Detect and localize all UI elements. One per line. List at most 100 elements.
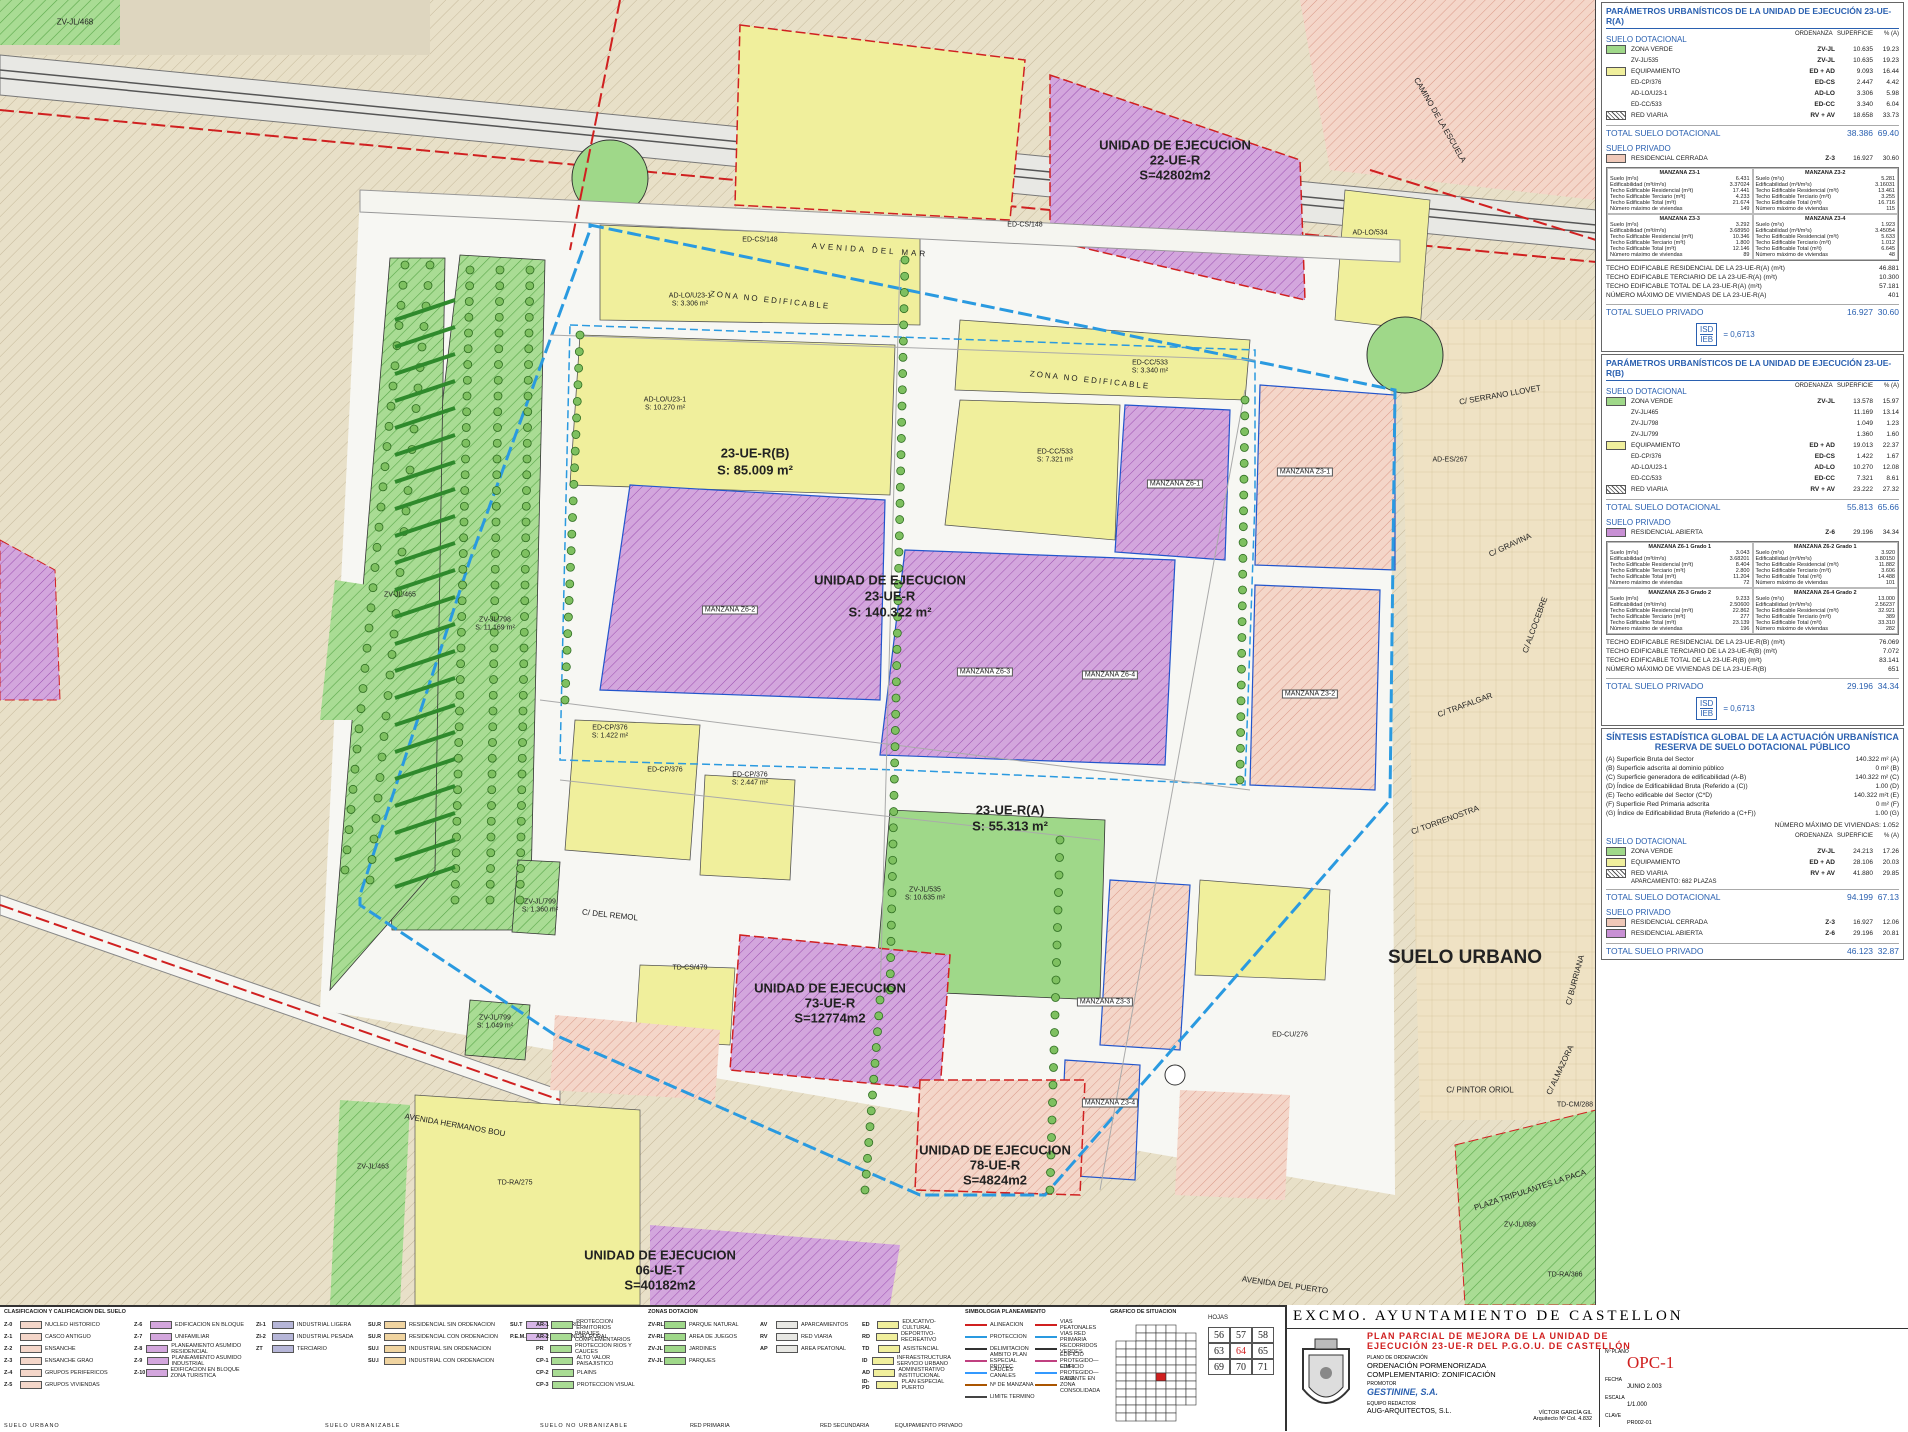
- row-superficie: 24.213: [1853, 848, 1873, 855]
- tree-symbol: [465, 281, 475, 291]
- situation-cell: [1125, 1388, 1137, 1398]
- tree-symbol: [494, 328, 504, 338]
- tree-symbol: [452, 816, 462, 826]
- legend-item: Z-8 PLANEAMIENTO ASUMIDO RESIDENCIAL: [134, 1343, 254, 1355]
- tree-symbol: [886, 953, 896, 962]
- tree-symbol: [895, 515, 905, 524]
- tree-symbol: [896, 434, 906, 443]
- b-total-priv-p: 34.34: [1877, 681, 1899, 691]
- legend-swatch: [272, 1345, 294, 1353]
- tree-symbol: [494, 344, 504, 354]
- summary-label: (A) Superficie Bruta del Sector: [1606, 756, 1694, 763]
- tree-symbol: [565, 579, 575, 589]
- tree-symbol: [888, 839, 898, 849]
- tree-symbol: [1239, 443, 1249, 452]
- b-priv-row: RESIDENCIAL ABIERTA Z-6 29.196 34.34: [1606, 527, 1899, 538]
- clave-label: CLAVE: [1605, 1413, 1622, 1419]
- section-sintesis: SÍNTESIS ESTADÍSTICA GLOBAL DE LA ACTUAC…: [1601, 728, 1904, 960]
- legend-text: LIMITE TERMINO: [990, 1394, 1035, 1400]
- legend-item: Z-5 GRUPOS VIVIENDAS: [4, 1379, 134, 1391]
- row-percent: 12.08: [1882, 464, 1899, 471]
- situation-cell: [1145, 1388, 1157, 1398]
- tree-symbol: [899, 320, 909, 330]
- tree-symbol: [894, 531, 904, 541]
- legend-line-swatch: [965, 1384, 987, 1386]
- situation-cell: [1185, 1372, 1197, 1382]
- legend-text: PROTECCION VISUAL: [577, 1382, 635, 1388]
- legend-swatch: [145, 1369, 168, 1377]
- legend-heading-dotacion: ZONAS DOTACION: [648, 1309, 698, 1315]
- tree-symbol: [384, 421, 394, 431]
- swatch: [1606, 474, 1626, 483]
- legend-text: AREA DE JUEGOS: [689, 1334, 737, 1340]
- legend-line-swatch: [1035, 1360, 1057, 1362]
- situation-cell: [1115, 1340, 1127, 1350]
- promotor: GESTININE, S.A.: [1367, 1387, 1439, 1397]
- legend-text: PLAN ESPECIAL PUERTO: [901, 1379, 945, 1391]
- tree-symbol: [516, 848, 526, 858]
- tree-symbol: [461, 438, 471, 448]
- tree-symbol: [562, 645, 572, 655]
- summary-label: (G) Índice de Edificabilidad Bruta (Refe…: [1606, 810, 1756, 817]
- legend-item: Z-4 GRUPOS PERIFERICOS: [4, 1367, 134, 1379]
- legend-code: Z-0: [4, 1322, 13, 1328]
- tree-symbol: [486, 832, 496, 842]
- s-h-sup: SUPERFICIE: [1836, 833, 1873, 839]
- situation-cell: [1135, 1380, 1147, 1390]
- row-name: RESIDENCIAL CERRADA: [1631, 919, 1708, 926]
- tree-symbol: [376, 502, 386, 512]
- legend-code: AV: [760, 1322, 768, 1328]
- row-name: ZV-JL/535: [1631, 57, 1659, 64]
- plan-title: PLAN PARCIAL DE MEJORA DE LA UNIDAD DE EJ…: [1367, 1331, 1667, 1351]
- legend-code: Z-10: [134, 1370, 146, 1376]
- legend-swatch: [384, 1333, 406, 1341]
- legend-code: CP-2: [536, 1370, 549, 1376]
- legend-text: Nº DE MANZANA: [990, 1382, 1034, 1388]
- tree-symbol: [1052, 940, 1062, 950]
- legend-text: PLANEAMIENTO ASUMIDO RESIDENCIAL: [171, 1343, 242, 1355]
- tree-symbol: [344, 825, 354, 835]
- situation-cell: [1145, 1380, 1157, 1390]
- manzana-value: 101: [1885, 580, 1895, 586]
- legend-code: P.E.M.: [510, 1334, 526, 1340]
- tree-symbol: [1240, 411, 1250, 421]
- table-row: RESIDENCIAL CERRADA Z-3 16.927 12.06: [1606, 917, 1899, 928]
- row-percent: 1.23: [1886, 420, 1899, 427]
- situation-cell: [1155, 1340, 1167, 1350]
- situation-cell: [1125, 1372, 1137, 1382]
- b-priv-sup: 29.196: [1853, 529, 1873, 536]
- legend-swatch: [873, 1369, 896, 1377]
- row-percent: 27.32: [1882, 486, 1899, 493]
- tree-symbol: [453, 753, 463, 763]
- summary-label: TECHO EDIFICABLE TOTAL DE LA 23-UE-R(B) …: [1606, 657, 1762, 664]
- legend-text: EDIFICACION EN BLOQUE ZONA TURISTICA: [170, 1367, 240, 1379]
- hoja-cell: 57: [1230, 1327, 1252, 1343]
- row-superficie: 16.927: [1853, 919, 1873, 926]
- tree-symbol: [523, 423, 532, 432]
- zoning-map[interactable]: ZV-JL/468 ED-CS/148 ED-CS/148 UNIDAD DE …: [0, 0, 1596, 1305]
- legend-text: CASCO ANTIGUO: [45, 1334, 91, 1340]
- row-percent: 22.37: [1882, 442, 1899, 449]
- b-h-sup: SUPERFICIE: [1836, 383, 1873, 389]
- a-isd-top: ISD: [1700, 325, 1714, 334]
- tree-symbol: [464, 328, 473, 338]
- hoja-cell: 69: [1208, 1359, 1230, 1375]
- legend-item: AP AREA PEATONAL: [760, 1343, 860, 1355]
- legend-text: VIAS PEATONALES: [1060, 1319, 1097, 1331]
- legend-line-swatch: [1035, 1372, 1057, 1374]
- tree-symbol: [1236, 712, 1246, 722]
- hoja-cell: 64: [1230, 1343, 1252, 1359]
- tree-symbol: [893, 612, 903, 622]
- plano-number: OPC-1: [1627, 1353, 1675, 1372]
- tree-symbol: [1054, 870, 1064, 880]
- tree-symbol: [570, 446, 580, 456]
- tree-symbol: [1052, 958, 1061, 967]
- legend-foot-urbanizable: SUELO URBANIZABLE: [325, 1423, 401, 1429]
- equipo-label: EQUIPO REDACTOR: [1367, 1401, 1416, 1407]
- tree-symbol: [423, 281, 433, 290]
- tree-symbol: [493, 375, 503, 385]
- row-ordenanza: ED-CS: [1814, 453, 1835, 460]
- legend-code: SU.T: [510, 1322, 523, 1328]
- situation-cell: [1165, 1396, 1177, 1406]
- tree-symbol: [454, 738, 464, 747]
